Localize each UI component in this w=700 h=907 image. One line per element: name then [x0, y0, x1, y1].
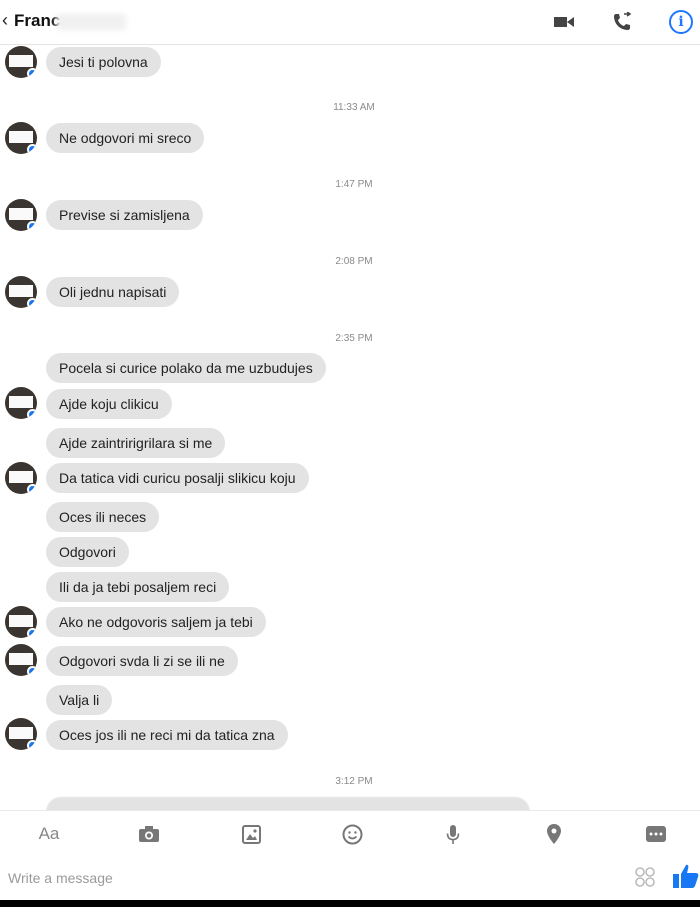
- avatar[interactable]: [5, 606, 37, 638]
- message-bubble[interactable]: Jesi ti polovna: [46, 47, 161, 77]
- avatar[interactable]: [5, 276, 37, 308]
- message-bubble-partial[interactable]: [46, 797, 530, 810]
- message-bubble[interactable]: Previse si zamisljena: [46, 200, 203, 230]
- composer-toolbar: Aa: [0, 810, 700, 855]
- message-bubble[interactable]: Odgovori svda li zi se ili ne: [46, 646, 238, 676]
- message-bubble[interactable]: Pocela si curice polako da me uzbudujes: [46, 353, 326, 383]
- more-icon[interactable]: [643, 823, 669, 845]
- timestamp: 2:08 PM: [335, 256, 373, 267]
- video-camera-icon[interactable]: [550, 8, 578, 36]
- timestamp: 1:47 PM: [335, 179, 373, 190]
- text-format-button[interactable]: Aa: [36, 823, 62, 845]
- thumbs-up-icon[interactable]: [672, 862, 700, 892]
- timestamp: 2:35 PM: [335, 333, 373, 344]
- timestamp: 11:33 AM: [333, 102, 375, 113]
- message-composer[interactable]: Write a message: [0, 854, 700, 900]
- avatar[interactable]: [5, 718, 37, 750]
- timestamp: 3:12 PM: [335, 776, 373, 787]
- redacted-name-area: [56, 14, 126, 30]
- system-bar: [0, 900, 700, 907]
- avatar[interactable]: [5, 122, 37, 154]
- message-bubble[interactable]: Ajde zaintririgrilara si me: [46, 428, 226, 458]
- message-bubble[interactable]: Odgovori: [46, 537, 129, 567]
- avatar[interactable]: [5, 387, 37, 419]
- avatar[interactable]: [5, 46, 37, 78]
- back-icon[interactable]: ‹: [2, 10, 8, 31]
- location-icon[interactable]: [541, 823, 567, 845]
- message-bubble[interactable]: Ako ne odgovoris saljem ja tebi: [46, 607, 266, 637]
- avatar[interactable]: [5, 644, 37, 676]
- chat-header: ‹ Franc i: [0, 0, 700, 45]
- message-bubble[interactable]: Da tatica vidi curicu posalji slikicu ko…: [46, 463, 309, 493]
- contact-name[interactable]: Franc: [14, 11, 60, 31]
- stickers-icon[interactable]: [634, 866, 656, 888]
- avatar[interactable]: [5, 199, 37, 231]
- message-bubble[interactable]: Ajde koju clikicu: [46, 389, 172, 419]
- message-bubble[interactable]: Valja li: [46, 685, 113, 715]
- phone-icon[interactable]: [608, 8, 636, 36]
- message-bubble[interactable]: Ne odgovori mi sreco: [46, 123, 205, 153]
- message-bubble[interactable]: Oces ili neces: [46, 502, 160, 532]
- message-list[interactable]: Jesi ti polovna 11:33 AM Ne odgovori mi …: [0, 45, 700, 810]
- avatar[interactable]: [5, 462, 37, 494]
- emoji-icon[interactable]: [339, 823, 365, 845]
- message-bubble[interactable]: Ili da ja tebi posaljem reci: [46, 572, 230, 602]
- info-icon[interactable]: i: [667, 8, 695, 36]
- camera-icon[interactable]: [136, 823, 162, 845]
- message-input[interactable]: Write a message: [8, 870, 113, 886]
- microphone-icon[interactable]: [440, 823, 466, 845]
- image-icon[interactable]: [238, 823, 264, 845]
- message-bubble[interactable]: Oli jednu napisati: [46, 277, 180, 307]
- message-bubble[interactable]: Oces jos ili ne reci mi da tatica zna: [46, 720, 288, 750]
